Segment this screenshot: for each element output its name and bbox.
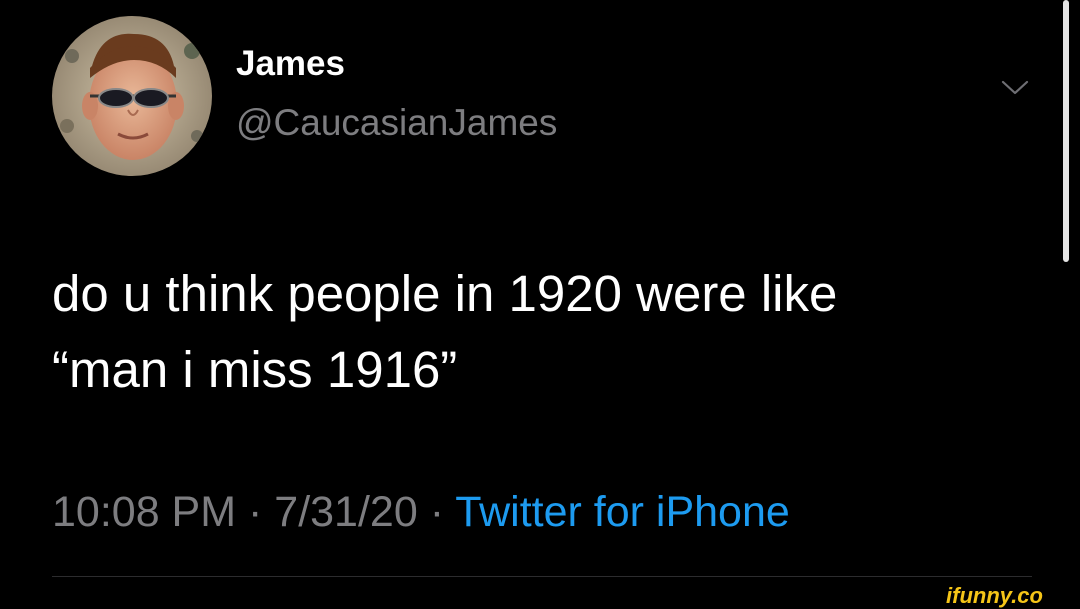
divider	[52, 576, 1032, 577]
avatar-image	[52, 16, 212, 176]
meta-separator: ·	[417, 488, 456, 536]
meta-separator: ·	[236, 488, 275, 536]
footer-bar	[0, 586, 1080, 608]
tweet-time[interactable]: 10:08 PM	[52, 488, 236, 536]
scrollbar[interactable]	[1063, 0, 1069, 262]
author-display-name[interactable]: James	[236, 44, 345, 84]
watermark-logo: ifunny.co	[946, 583, 1043, 608]
tweet-date[interactable]: 7/31/20	[274, 488, 417, 536]
tweet-meta: 10:08 PM · 7/31/20 · Twitter for iPhone	[52, 488, 790, 537]
tweet-source-link[interactable]: Twitter for iPhone	[455, 488, 790, 536]
tweet-text-line: “man i miss 1916”	[52, 341, 458, 398]
tweet-text: do u think people in 1920 were like “man…	[52, 256, 1042, 408]
avatar[interactable]	[52, 16, 212, 176]
author-handle[interactable]: @CaucasianJames	[236, 102, 557, 144]
chevron-down-icon[interactable]	[1000, 78, 1030, 98]
tweet-text-line: do u think people in 1920 were like	[52, 265, 838, 322]
